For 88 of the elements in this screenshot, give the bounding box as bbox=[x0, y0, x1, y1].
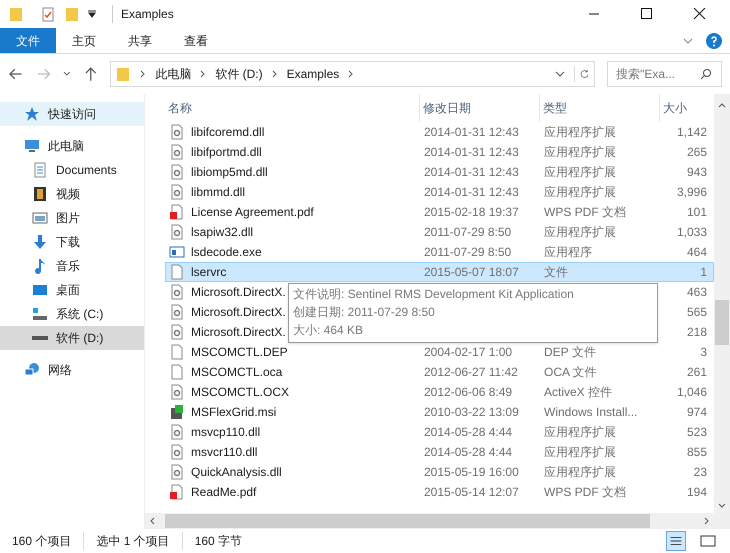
type-cell: 应用程序扩展 bbox=[544, 465, 616, 479]
date-cell: 2014-01-31 12:43 bbox=[424, 185, 519, 199]
tooltip-line: 创建日期: 2011-07-29 8:50 bbox=[293, 304, 436, 321]
size-cell-text: 464 bbox=[686, 244, 707, 261]
file-name: libmmd.dll bbox=[191, 184, 246, 201]
file-name: ReadMe.pdf bbox=[191, 484, 256, 501]
date-cell: 2015-05-07 18:07 bbox=[424, 265, 519, 279]
status-text: 选中 1 个项目 bbox=[83, 532, 170, 550]
type-cell: DEP 文件 bbox=[544, 345, 596, 359]
window-title: Examples bbox=[112, 5, 174, 23]
size-cell-text: 463 bbox=[686, 284, 707, 301]
size-cell-text: 23 bbox=[692, 464, 707, 481]
file-name: msvcr110.dll bbox=[191, 444, 258, 461]
size-cell-text: 1 bbox=[699, 264, 707, 281]
type-cell: 应用程序扩展 bbox=[544, 425, 616, 439]
date-cell: 2015-05-19 16:00 bbox=[424, 465, 519, 479]
date-cell: 2014-05-28 4:44 bbox=[424, 425, 512, 439]
tooltip-line: 文件说明: Sentinel RMS Development Kit Application bbox=[293, 286, 575, 303]
size-cell-text: 101 bbox=[686, 204, 707, 221]
type-cell: 应用程序扩展 bbox=[544, 225, 616, 239]
type-cell: 文件 bbox=[544, 265, 568, 279]
size-cell-text: 565 bbox=[686, 304, 707, 321]
file-name: Microsoft.DirectX. bbox=[191, 304, 286, 321]
size-cell-text: 974 bbox=[686, 404, 707, 421]
date-cell: 2014-01-31 12:43 bbox=[424, 165, 519, 179]
type-cell: Windows Install... bbox=[544, 405, 638, 419]
date-cell: 2014-01-31 12:43 bbox=[424, 145, 519, 159]
type-cell: 应用程序扩展 bbox=[544, 165, 616, 179]
status-text: 160 个项目 bbox=[12, 533, 72, 550]
size-cell-text: 943 bbox=[686, 164, 707, 181]
nav-label: 桌面 bbox=[56, 282, 80, 299]
file-name: Microsoft.DirectX. bbox=[191, 324, 286, 341]
size-cell-text: 3,996 bbox=[676, 184, 707, 201]
nav-label: 音乐 bbox=[56, 258, 80, 275]
file-name: QuickAnalysis.dll bbox=[191, 464, 282, 481]
size-cell-text: 1,046 bbox=[676, 384, 707, 401]
size-cell-text: 523 bbox=[686, 424, 707, 441]
file-name: MSCOMCTL.oca bbox=[191, 364, 282, 381]
size-cell-text: 855 bbox=[686, 444, 707, 461]
type-cell: WPS PDF 文档 bbox=[544, 205, 626, 219]
date-cell: 2011-07-29 8:50 bbox=[424, 225, 512, 239]
file-name: lsapiw32.dll bbox=[191, 224, 254, 241]
size-cell-text: 3 bbox=[699, 344, 707, 361]
status-text: 160 字节 bbox=[182, 532, 242, 550]
nav-label: 此电脑 bbox=[48, 138, 84, 155]
date-cell: 2015-05-14 12:07 bbox=[424, 485, 519, 499]
nav-label: 软件 (D:) bbox=[56, 330, 104, 347]
file-name: MSCOMCTL.OCX bbox=[191, 384, 290, 401]
nav-label: 系统 (C:) bbox=[56, 306, 104, 323]
date-cell: 2012-06-06 8:49 bbox=[424, 385, 512, 399]
date-cell: 2012-06-27 11:42 bbox=[424, 365, 518, 379]
tooltip-line: 大小: 464 KB bbox=[293, 322, 364, 339]
date-cell: 2011-07-29 8:50 bbox=[424, 245, 512, 259]
nav-label: 图片 bbox=[56, 210, 80, 227]
file-name: msvcp110.dll bbox=[191, 424, 260, 441]
file-name: License Agreement.pdf bbox=[191, 204, 314, 221]
date-cell: 2004-02-17 1:00 bbox=[424, 345, 512, 359]
size-cell-text: 1,033 bbox=[676, 224, 707, 241]
type-cell: 应用程序扩展 bbox=[544, 125, 616, 139]
date-cell: 2014-01-31 12:43 bbox=[424, 125, 519, 139]
file-name: lservrc bbox=[191, 264, 226, 281]
nav-label: 快速访问 bbox=[48, 106, 96, 123]
file-name: MSCOMCTL.DEP bbox=[191, 344, 288, 361]
type-cell: 应用程序扩展 bbox=[544, 145, 616, 159]
type-cell: OCA 文件 bbox=[544, 365, 597, 379]
file-name: MSFlexGrid.msi bbox=[191, 404, 276, 421]
file-name: libifportmd.dll bbox=[191, 144, 262, 161]
file-name: Microsoft.DirectX. bbox=[191, 284, 286, 301]
nav-label: 视频 bbox=[56, 186, 80, 203]
nav-label: 网络 bbox=[48, 362, 72, 379]
nav-label: 下载 bbox=[56, 234, 80, 251]
type-cell: WPS PDF 文档 bbox=[544, 485, 626, 499]
type-cell: ActiveX 控件 bbox=[544, 385, 612, 399]
size-cell-text: 261 bbox=[686, 364, 707, 381]
type-cell: 应用程序 bbox=[544, 245, 592, 259]
type-cell: 应用程序扩展 bbox=[544, 185, 616, 199]
file-name: libifcoremd.dll bbox=[191, 124, 264, 141]
file-name: lsdecode.exe bbox=[191, 244, 262, 261]
date-cell: 2010-03-22 13:09 bbox=[424, 405, 519, 419]
date-cell: 2015-02-18 19:37 bbox=[424, 205, 519, 219]
type-cell: 应用程序扩展 bbox=[544, 445, 616, 459]
nav-label: Documents bbox=[56, 162, 117, 179]
size-cell-text: 265 bbox=[686, 144, 707, 161]
size-cell-text: 218 bbox=[686, 324, 707, 341]
size-cell-text: 1,142 bbox=[676, 124, 707, 141]
file-name: libiomp5md.dll bbox=[191, 164, 268, 181]
date-cell: 2014-05-28 4:44 bbox=[424, 445, 512, 459]
size-cell-text: 194 bbox=[686, 484, 707, 501]
